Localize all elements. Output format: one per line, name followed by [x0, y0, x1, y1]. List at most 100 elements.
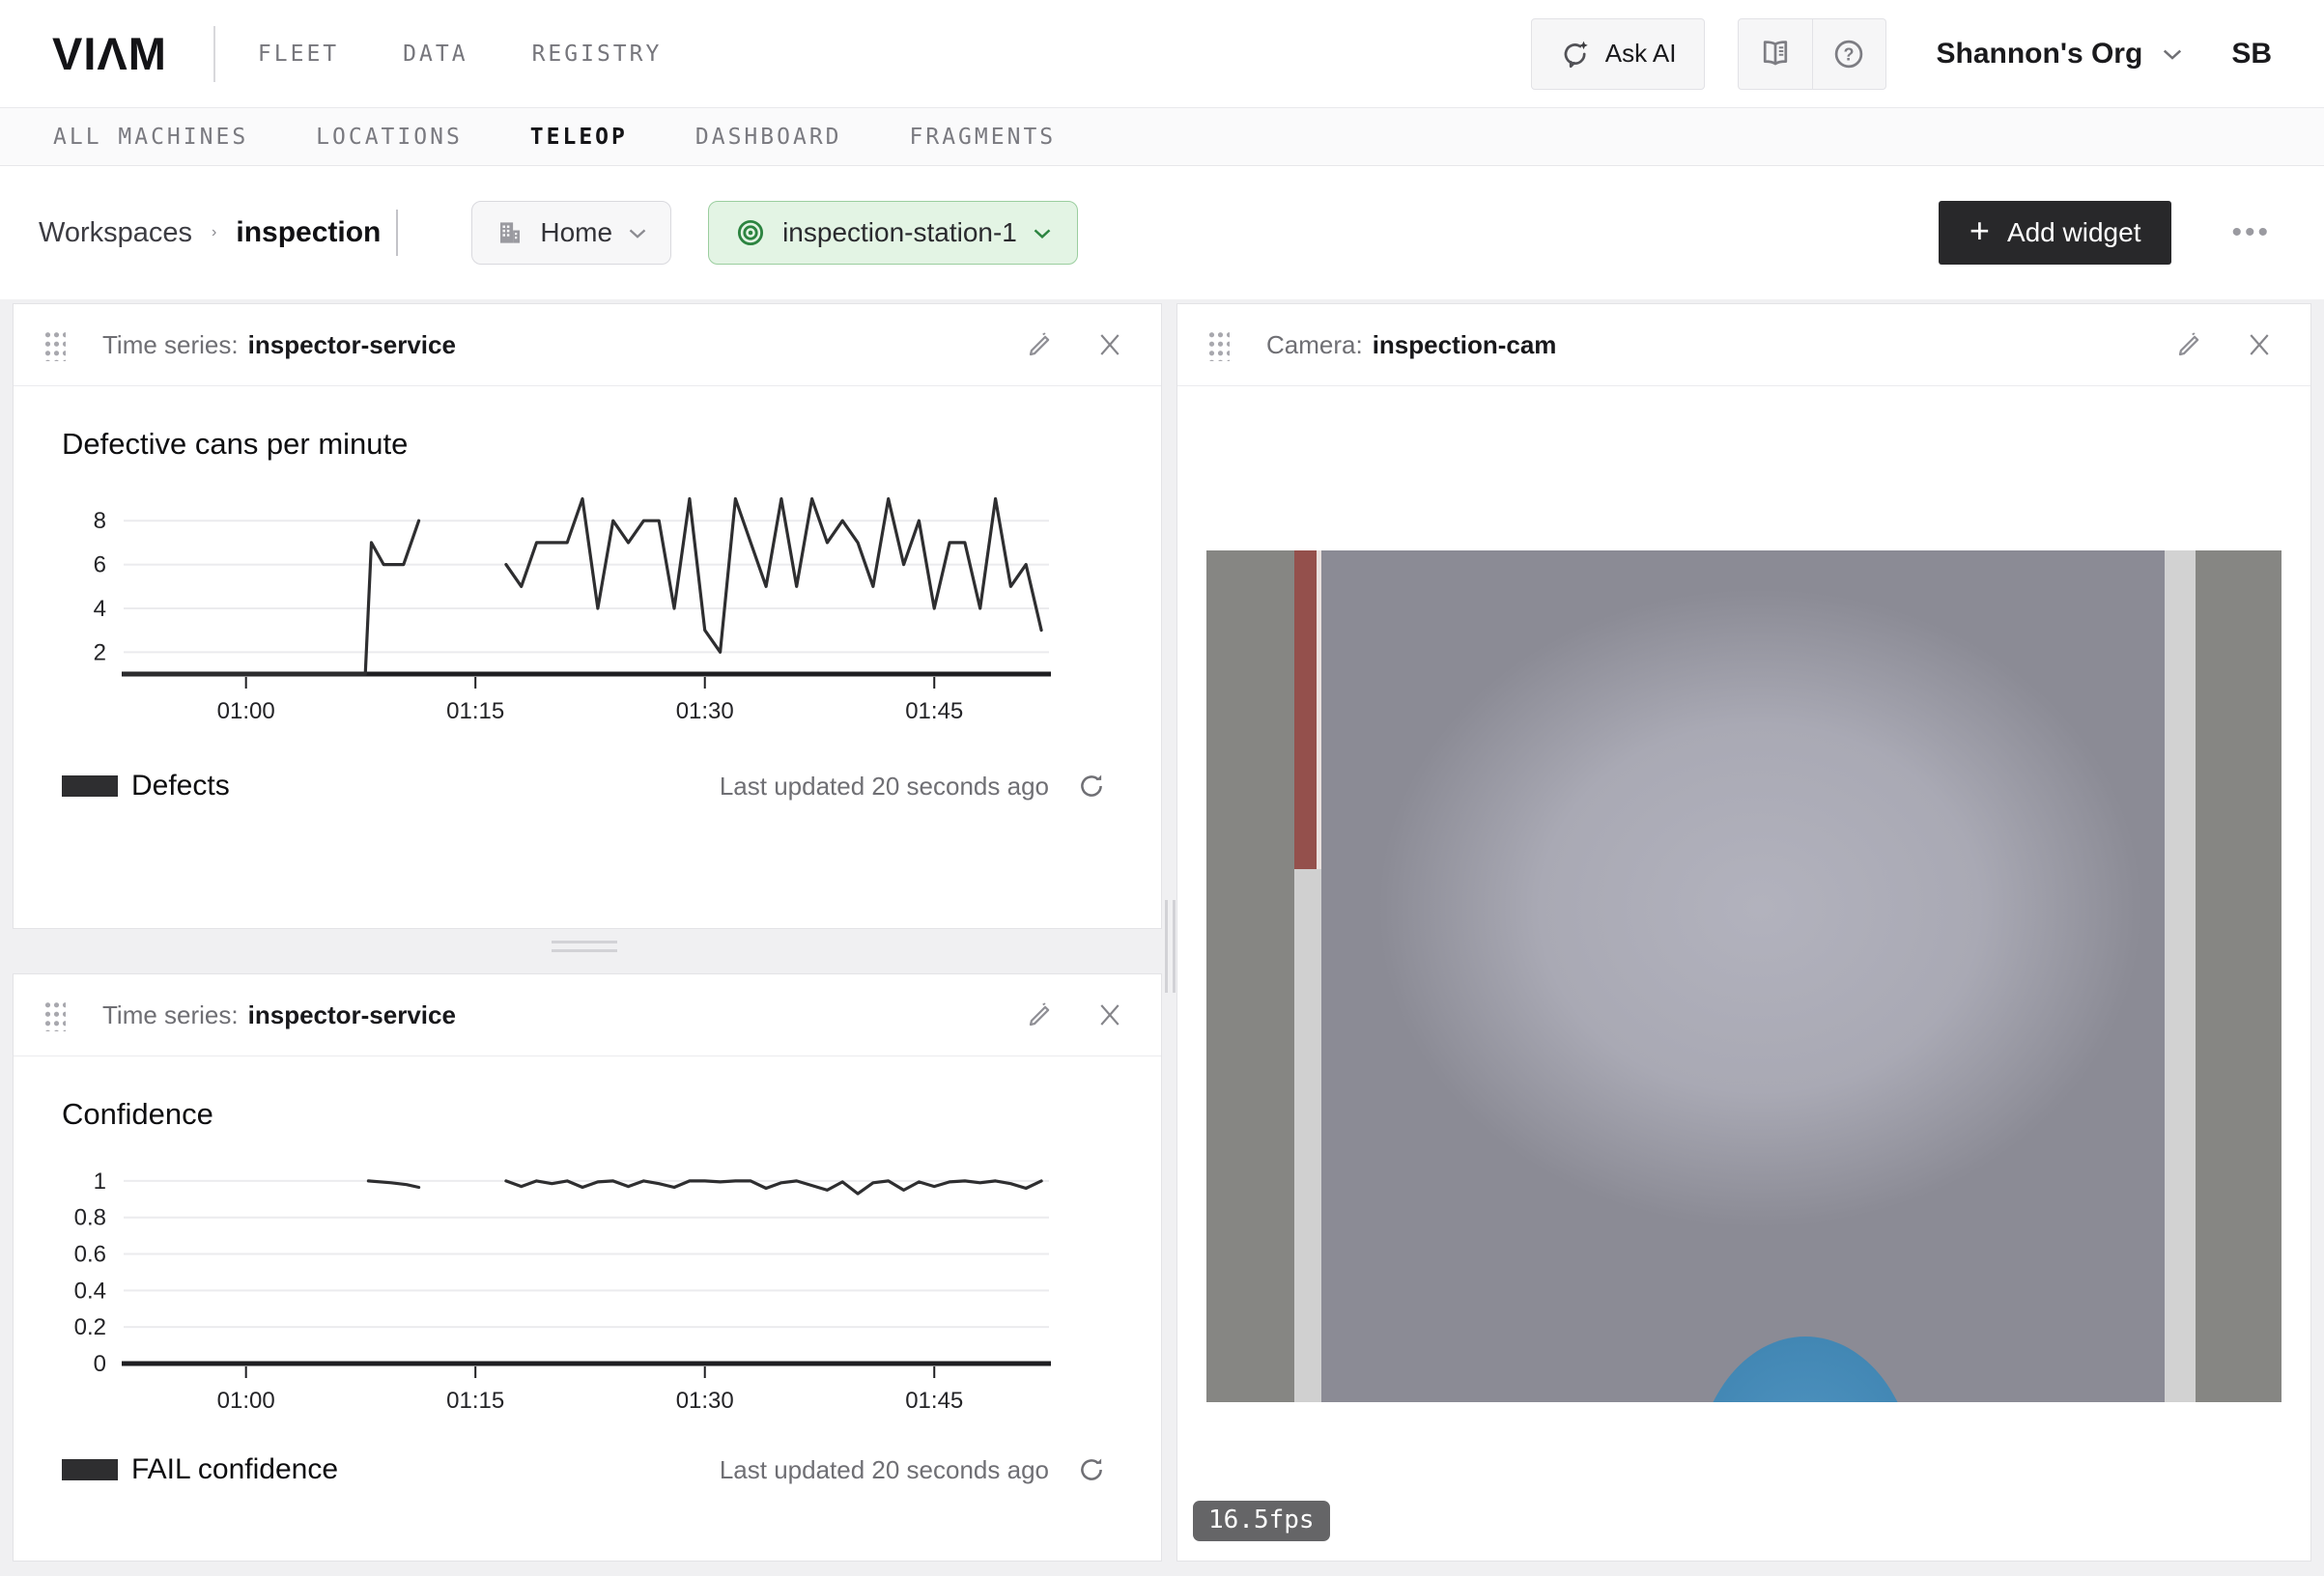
camera-left-wall [1206, 550, 1294, 1402]
location-label: Home [540, 217, 612, 248]
refresh-button[interactable] [1076, 1454, 1107, 1485]
nav-item-fleet[interactable]: FLEET [258, 42, 339, 67]
building-icon [496, 218, 524, 247]
svg-text:01:30: 01:30 [676, 698, 734, 724]
column-resize-handle[interactable] [1165, 900, 1176, 993]
pencil-icon [1025, 329, 1056, 360]
legend-label: FAIL confidence [131, 1453, 338, 1486]
refresh-button[interactable] [1076, 771, 1107, 802]
camera-widget: Camera: inspection-cam 16.5f [1176, 303, 2311, 1562]
help-icon-group: ? [1738, 18, 1886, 90]
svg-text:8: 8 [94, 508, 106, 534]
top-header: VIΛM FLEET DATA REGISTRY Ask AI ? Shanno… [0, 0, 2324, 108]
workspace-toolbar: Workspaces › inspection Home inspection-… [0, 166, 2324, 299]
question-circle-icon: ? [1831, 37, 1866, 71]
tab-dashboard[interactable]: DASHBOARD [695, 125, 842, 150]
refresh-icon [1076, 771, 1107, 802]
timeseries-widget-defects: Time series: inspector-service Defective… [13, 303, 1162, 929]
svg-text:01:45: 01:45 [905, 1388, 963, 1414]
ask-ai-sparkle-icon [1559, 38, 1592, 70]
last-updated-text: Last updated 20 seconds ago [720, 772, 1049, 802]
book-icon [1758, 37, 1793, 71]
teleop-workspace: Time series: inspector-service Defective… [0, 299, 2324, 1576]
camera-right-wall [2196, 550, 2281, 1402]
chart-footer: Defects Last updated 20 seconds ago [62, 770, 1107, 802]
edit-widget-button[interactable] [2168, 323, 2212, 367]
drag-handle-icon[interactable] [43, 999, 66, 1031]
confidence-chart: 00.20.40.60.8101:0001:1501:3001:45 [27, 1151, 1161, 1424]
widget-header: Time series: inspector-service [14, 974, 1161, 1056]
edit-widget-button[interactable] [1018, 993, 1063, 1037]
close-icon [1095, 330, 1124, 359]
location-selector[interactable]: Home [471, 201, 671, 265]
row-resize-handle[interactable] [552, 941, 617, 958]
chevron-down-icon [628, 227, 647, 239]
legend-swatch [62, 1459, 118, 1480]
widget-resource-name: inspector-service [248, 330, 456, 360]
svg-text:0.2: 0.2 [74, 1314, 106, 1340]
widget-type-label: Time series: [102, 330, 239, 360]
legend-label: Defects [131, 770, 230, 802]
widget-resource-name: inspection-cam [1373, 330, 1557, 360]
add-widget-label: Add widget [2007, 217, 2141, 248]
tab-all-machines[interactable]: ALL MACHINES [53, 125, 248, 150]
nav-item-data[interactable]: DATA [403, 42, 468, 67]
close-widget-button[interactable] [1088, 993, 1132, 1037]
drag-handle-icon[interactable] [43, 329, 66, 361]
add-widget-button[interactable]: + Add widget [1939, 201, 2172, 265]
tab-fragments[interactable]: FRAGMENTS [910, 125, 1057, 150]
viam-logo[interactable]: VIΛM [52, 27, 167, 80]
svg-text:0.4: 0.4 [74, 1278, 106, 1304]
chart-footer: FAIL confidence Last updated 20 seconds … [62, 1453, 1107, 1486]
tab-locations[interactable]: LOCATIONS [316, 125, 463, 150]
svg-text:6: 6 [94, 552, 106, 578]
docs-button[interactable] [1739, 19, 1812, 89]
close-icon [1095, 1000, 1124, 1029]
ask-ai-button[interactable]: Ask AI [1531, 18, 1705, 90]
widget-resource-name: inspector-service [248, 1000, 456, 1030]
avatar[interactable]: SB [2231, 38, 2272, 70]
refresh-icon [1076, 1454, 1107, 1485]
widget-header: Camera: inspection-cam [1177, 304, 2310, 386]
help-button[interactable]: ? [1812, 19, 1885, 89]
close-widget-button[interactable] [2237, 323, 2281, 367]
header-divider [213, 26, 215, 82]
defects-chart: 246801:0001:1501:3001:45 [27, 481, 1161, 735]
drag-handle-icon[interactable] [1206, 329, 1230, 361]
close-icon [2245, 330, 2274, 359]
machine-selector[interactable]: inspection-station-1 [708, 201, 1078, 265]
ask-ai-label: Ask AI [1605, 39, 1677, 69]
camera-stream [1206, 550, 2281, 1402]
svg-text:01:45: 01:45 [905, 698, 963, 724]
svg-text:0.6: 0.6 [74, 1242, 106, 1268]
org-name: Shannon's Org [1937, 38, 2143, 70]
svg-text:0.8: 0.8 [74, 1205, 106, 1231]
breadcrumb-workspaces[interactable]: Workspaces [39, 217, 192, 249]
nav-item-registry[interactable]: REGISTRY [532, 42, 663, 67]
more-menu-button[interactable]: ••• [2231, 216, 2271, 249]
svg-text:01:00: 01:00 [217, 698, 275, 724]
pencil-icon [1025, 999, 1056, 1030]
machine-target-icon [734, 216, 767, 249]
svg-text:01:30: 01:30 [676, 1388, 734, 1414]
pencil-icon [2174, 329, 2205, 360]
svg-text:4: 4 [94, 596, 106, 622]
camera-body: 16.5fps [1177, 550, 2310, 1576]
fps-badge: 16.5fps [1193, 1501, 1330, 1541]
camera-red-fixture [1294, 550, 1317, 869]
svg-text:01:00: 01:00 [217, 1388, 275, 1414]
chart-title: Defective cans per minute [62, 427, 1161, 462]
chart-title: Confidence [62, 1097, 1161, 1132]
org-selector[interactable]: Shannon's Org [1937, 38, 2184, 70]
tab-teleop[interactable]: TELEOP [530, 125, 628, 150]
timeseries-widget-confidence: Time series: inspector-service Confidenc… [13, 973, 1162, 1562]
main-nav: FLEET DATA REGISTRY [258, 42, 662, 67]
workspace-name-input[interactable]: inspection [236, 216, 381, 249]
edit-widget-button[interactable] [1018, 323, 1063, 367]
fleet-subnav: ALL MACHINES LOCATIONS TELEOP DASHBOARD … [0, 108, 2324, 166]
close-widget-button[interactable] [1088, 323, 1132, 367]
camera-belt-area [1321, 550, 2165, 1402]
chevron-down-icon [2162, 47, 2183, 61]
svg-text:01:15: 01:15 [446, 1388, 504, 1414]
machine-label: inspection-station-1 [782, 217, 1017, 248]
